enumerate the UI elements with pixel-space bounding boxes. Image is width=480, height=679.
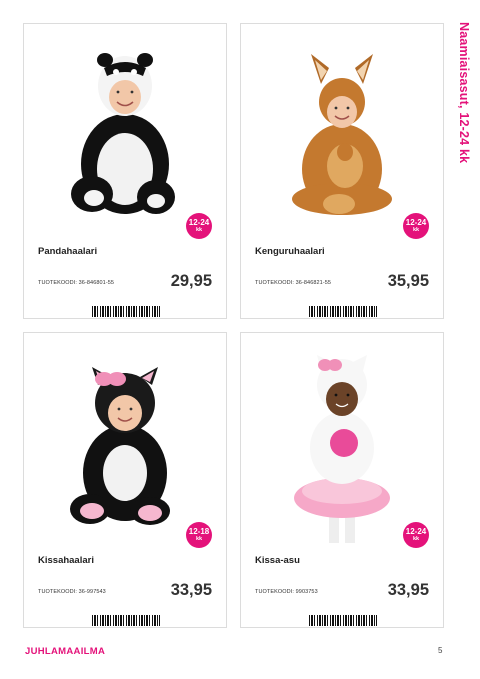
product-card-kangaroo[interactable]: 12-24 kk Kenguruhaalari TUOTEKOODI: 36-84… [240,23,444,319]
product-name: Kissa-asu [255,555,300,566]
page-number: 5 [438,646,443,655]
product-name: Kenguruhaalari [255,246,325,257]
barcode [309,306,377,317]
product-name: Pandahaalari [38,246,98,257]
section-title: Naamiaisasut, 12-24 kk [453,22,473,163]
product-code: TUOTEKOODI: 36-846821-55 [255,280,332,286]
age-badge: 12-24 kk [186,213,212,239]
product-price: 33,95 [170,581,212,599]
product-card-panda[interactable]: 12-24 kk Pandahaalari TUOTEKOODI: 36-8468… [23,23,227,319]
section-title-text: Naamiaisasut, 12-24 kk [457,22,471,164]
product-code: TUOTEKOODI: 36-846801-55 [38,280,115,286]
age-badge: 12-24 kk [403,213,429,239]
product-price: 33,95 [387,581,429,599]
age-badge: 12-18 kk [186,522,212,548]
kangaroo-costume-photo [292,54,392,215]
product-name: Kissahaalari [38,555,94,566]
product-price: 29,95 [170,272,212,290]
panda-costume-photo [71,53,175,214]
barcode [309,615,377,626]
cat-romper-photo [70,367,170,525]
product-card-cat-dress[interactable]: 12-24 kk Kissa-asu TUOTEKOODI: 9903753 33… [240,332,444,628]
product-code: TUOTEKOODI: 9903753 [255,589,318,595]
barcode [92,306,160,317]
brand-logo: JUHLAMAAILMA [25,646,106,657]
product-card-cat-romper[interactable]: 12-18 kk Kissahaalari TUOTEKOODI: 36-9975… [23,332,227,628]
barcode [92,615,160,626]
cat-dress-photo [294,355,390,543]
age-badge: 12-24 kk [403,522,429,548]
product-code: TUOTEKOODI: 36-997543 [38,589,106,595]
product-price: 35,95 [387,272,429,290]
